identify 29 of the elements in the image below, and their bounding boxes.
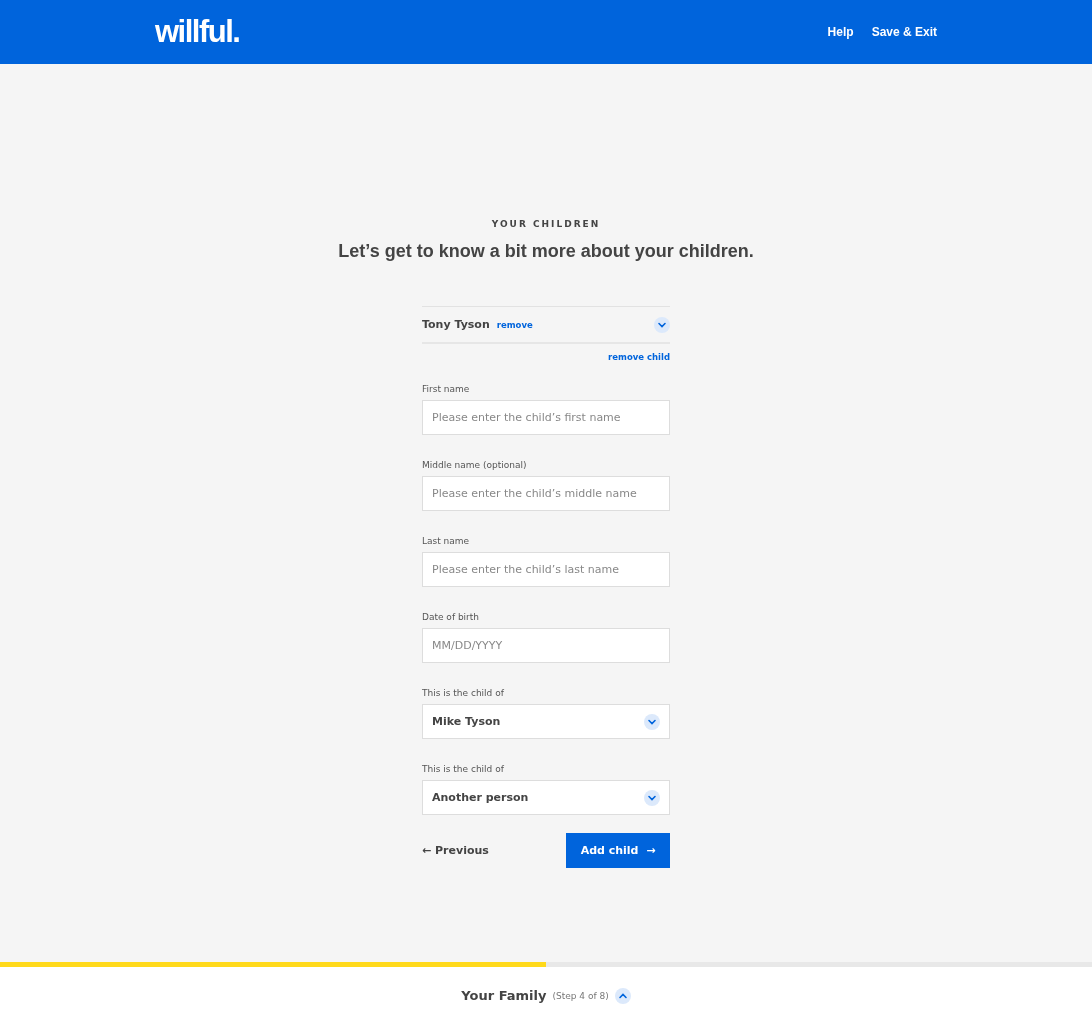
logo[interactable]: willful.: [155, 14, 240, 50]
step-title: Your Family: [461, 988, 547, 1003]
field-label: Middle name (optional): [422, 460, 528, 470]
section-eyebrow: YOUR CHILDREN: [491, 219, 601, 229]
remove-child-link[interactable]: remove child: [608, 352, 670, 362]
nav-link[interactable]: Save & Exit: [871, 25, 937, 39]
previous-button[interactable]: ← Previous: [422, 844, 489, 857]
nav-link[interactable]: Help: [827, 25, 854, 39]
input-field[interactable]: Please enter the child’s first name: [422, 400, 670, 435]
remove-link[interactable]: remove: [496, 319, 533, 330]
input-field[interactable]: Please enter the child’s last name: [422, 552, 670, 587]
chevron-icon[interactable]: [644, 713, 660, 730]
select-field[interactable]: Another person: [422, 780, 670, 815]
add-child-button[interactable]: Add child →: [566, 833, 670, 868]
field-label: This is the child of: [422, 764, 505, 774]
page-heading: Let’s get to know a bit more about your children.: [338, 241, 754, 262]
select-field[interactable]: Mike Tyson: [422, 704, 670, 739]
field-label: Date of birth: [422, 612, 481, 622]
chevron-icon[interactable]: [654, 316, 670, 333]
chevron-icon[interactable]: [644, 789, 660, 806]
input-field[interactable]: Please enter the child’s middle name: [422, 476, 670, 511]
step-counter: (Step 4 of 8): [552, 990, 609, 1001]
field-label: First name: [422, 384, 471, 394]
field-label: Last name: [422, 536, 471, 546]
child-accordion-header[interactable]: Tony Tyson remove: [422, 306, 670, 344]
field-label: This is the child of: [422, 688, 505, 698]
child-name: Tony Tyson: [422, 318, 490, 331]
input-field[interactable]: MM/DD/YYYY: [422, 628, 670, 663]
chevron-icon[interactable]: [614, 987, 631, 1004]
